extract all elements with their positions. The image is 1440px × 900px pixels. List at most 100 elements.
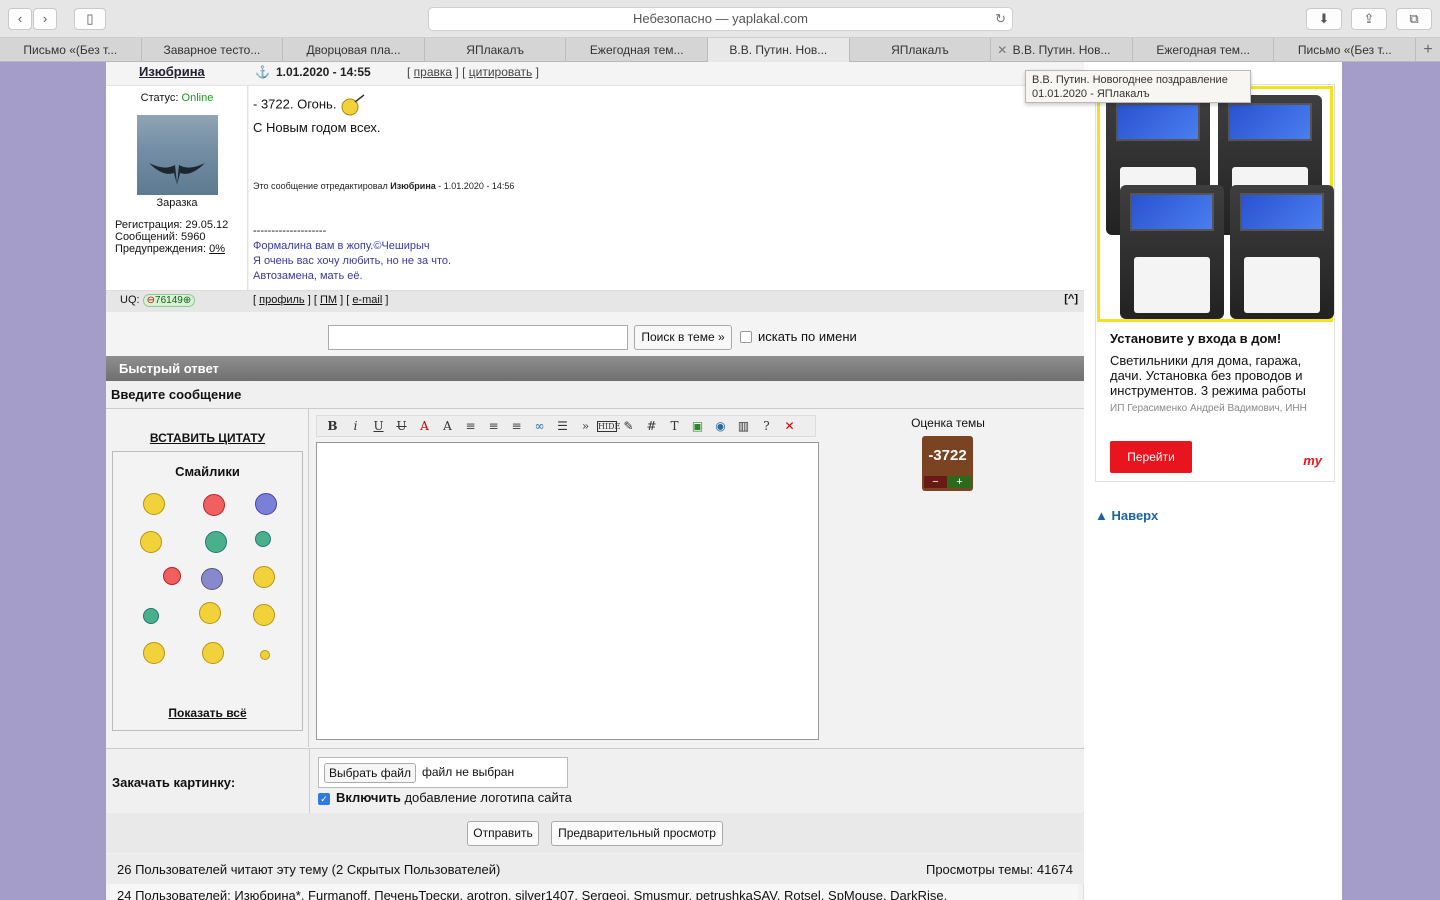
video-icon[interactable]: ▥ bbox=[732, 419, 755, 433]
link-icon[interactable]: ∞ bbox=[528, 419, 551, 433]
back-button[interactable]: ‹ bbox=[8, 8, 32, 30]
font-size-icon[interactable]: A bbox=[436, 419, 459, 433]
email-link[interactable]: e-mail bbox=[352, 294, 382, 306]
smiley-icon[interactable] bbox=[253, 604, 275, 626]
registration-date: Регистрация: 29.05.12 bbox=[115, 219, 229, 231]
tooltip-line: 01.01.2020 - ЯПлакалъ bbox=[1032, 88, 1150, 100]
flash-icon[interactable]: ◉ bbox=[709, 419, 732, 433]
uq-plus-icon[interactable]: ⊕ bbox=[183, 295, 191, 306]
close-icon[interactable]: ✕ bbox=[778, 419, 801, 433]
tab[interactable]: Ежегодная тем... bbox=[1133, 38, 1275, 62]
bold-icon[interactable]: B bbox=[321, 419, 344, 433]
search-by-name-checkbox[interactable] bbox=[740, 331, 752, 343]
strike-icon[interactable]: U bbox=[390, 419, 413, 433]
smiley-icon[interactable] bbox=[143, 608, 159, 624]
avatar bbox=[137, 115, 218, 195]
search-by-name-label: искать по имени bbox=[758, 329, 857, 344]
pm-link[interactable]: ПМ bbox=[320, 294, 337, 306]
hash-icon[interactable]: # bbox=[640, 419, 663, 433]
scroll-top-link[interactable]: [^] bbox=[1064, 293, 1078, 305]
smiley-icon[interactable] bbox=[202, 642, 224, 664]
edit-note-user: Изюбрина bbox=[390, 181, 436, 191]
status-label: Статус: bbox=[140, 92, 179, 104]
preview-button[interactable]: Предварительный просмотр bbox=[551, 821, 723, 846]
help-icon[interactable]: ? bbox=[755, 419, 778, 433]
edit-note-prefix: Это сообщение отредактировал bbox=[253, 181, 388, 191]
tab-bar: Письмо «(Без т... Заварное тесто... Двор… bbox=[0, 38, 1440, 62]
tab[interactable]: Заварное тесто... bbox=[142, 38, 284, 62]
italic-icon[interactable]: i bbox=[344, 419, 367, 433]
warnings: Предупреждения: 0% bbox=[115, 243, 228, 255]
smiley-icon[interactable] bbox=[143, 493, 165, 515]
smiley-icon[interactable] bbox=[143, 642, 165, 664]
ad-image[interactable] bbox=[1097, 86, 1334, 322]
logo-checkbox[interactable]: ✓ bbox=[318, 793, 330, 805]
uq-rating: UQ: ⊖76149⊕ bbox=[120, 294, 196, 307]
tab[interactable]: Дворцовая пла... bbox=[283, 38, 425, 62]
smiley-icon[interactable] bbox=[255, 531, 271, 547]
rating-minus-button[interactable]: − bbox=[924, 476, 947, 488]
uq-minus-icon[interactable]: ⊖ bbox=[147, 295, 155, 306]
new-tab-button[interactable]: + bbox=[1416, 38, 1440, 61]
forward-button[interactable]: › bbox=[33, 8, 57, 30]
edit-note-date: - 1.01.2020 - 14:56 bbox=[438, 181, 515, 191]
send-button[interactable]: Отправить bbox=[467, 821, 539, 846]
ad-go-button[interactable]: Перейти bbox=[1110, 441, 1192, 473]
align-left-icon[interactable]: ≡ bbox=[459, 419, 482, 433]
image-icon[interactable]: ▣ bbox=[686, 419, 709, 433]
profile-link[interactable]: профиль bbox=[259, 294, 305, 306]
downloads-button[interactable]: ⬇ bbox=[1306, 8, 1342, 30]
smiley-icon[interactable] bbox=[205, 531, 227, 553]
quote-icon[interactable]: » bbox=[574, 419, 597, 433]
editor-toolbar: B i U U A A ≡ ≡ ≡ ∞ ☰ » HIDE ✎ # T ▣ ◉ ▥… bbox=[316, 415, 816, 437]
warnings-value[interactable]: 0% bbox=[209, 243, 225, 255]
post-author-link[interactable]: Изюбрина bbox=[139, 64, 205, 79]
tab[interactable]: ЯПлакалъ bbox=[850, 38, 992, 62]
tab-label: Заварное тесто... bbox=[163, 43, 261, 57]
font-color-icon[interactable]: A bbox=[413, 419, 436, 433]
topic-search-button[interactable]: Поиск в теме » bbox=[634, 325, 732, 350]
anchor-icon[interactable]: ⚓ bbox=[255, 65, 270, 79]
signature-separator: -------------------- bbox=[253, 225, 327, 237]
pencil-icon[interactable]: ✎ bbox=[617, 419, 640, 433]
smiley-icon[interactable] bbox=[203, 494, 225, 516]
advertisement[interactable]: Установите у входа в дом! Светильники дл… bbox=[1095, 84, 1335, 482]
reload-icon[interactable]: ↻ bbox=[995, 8, 1006, 30]
tab-active[interactable]: В.В. Путин. Нов... bbox=[708, 38, 850, 62]
align-right-icon[interactable]: ≡ bbox=[505, 419, 528, 433]
text-icon[interactable]: T bbox=[663, 419, 686, 433]
topic-search-input[interactable] bbox=[328, 325, 628, 350]
smiley-icon[interactable] bbox=[199, 602, 221, 624]
quote-link[interactable]: цитировать bbox=[469, 65, 533, 79]
close-tab-icon[interactable]: ✕ bbox=[997, 38, 1007, 62]
choose-file-button[interactable]: Выбрать файл bbox=[324, 763, 416, 783]
tab[interactable]: ЯПлакалъ bbox=[425, 38, 567, 62]
sidebar-toggle-button[interactable]: ▯ bbox=[74, 8, 106, 30]
back-to-top-link[interactable]: ▲ Наверх bbox=[1095, 508, 1158, 523]
list-icon[interactable]: ☰ bbox=[551, 419, 574, 433]
rating-plus-button[interactable]: + bbox=[948, 476, 971, 488]
show-all-smilies-link[interactable]: Показать всё bbox=[113, 706, 302, 720]
tab-hovered[interactable]: ✕ В.В. Путин. Нов... bbox=[991, 38, 1133, 62]
smiley-icon[interactable] bbox=[253, 566, 275, 588]
ad-title[interactable]: Установите у входа в дом! bbox=[1110, 331, 1281, 346]
hide-icon[interactable]: HIDE bbox=[597, 420, 620, 432]
upload-label: Закачать картинку: bbox=[112, 775, 236, 790]
smiley-icon[interactable] bbox=[260, 650, 270, 660]
tab[interactable]: Письмо «(Без т... bbox=[0, 38, 142, 62]
edit-link[interactable]: правка bbox=[414, 65, 452, 79]
smiley-icon[interactable] bbox=[255, 493, 277, 515]
share-button[interactable]: ⇪ bbox=[1351, 8, 1387, 30]
tabs-overview-button[interactable]: ⧉ bbox=[1396, 8, 1432, 30]
align-center-icon[interactable]: ≡ bbox=[482, 419, 505, 433]
address-bar[interactable]: Небезопасно — yaplakal.com ↻ bbox=[428, 7, 1013, 31]
insert-quote-link[interactable]: ВСТАВИТЬ ЦИТАТУ bbox=[106, 431, 309, 445]
smiley-icon[interactable] bbox=[163, 567, 181, 585]
readers-bar: 26 Пользователей читают эту тему (2 Скры… bbox=[106, 854, 1084, 884]
underline-icon[interactable]: U bbox=[367, 419, 390, 433]
message-textarea[interactable] bbox=[316, 442, 819, 740]
tab[interactable]: Ежегодная тем... bbox=[566, 38, 709, 62]
smiley-icon[interactable] bbox=[140, 531, 162, 553]
tab[interactable]: Письмо «(Без т... bbox=[1274, 38, 1417, 62]
smiley-icon[interactable] bbox=[201, 568, 223, 590]
